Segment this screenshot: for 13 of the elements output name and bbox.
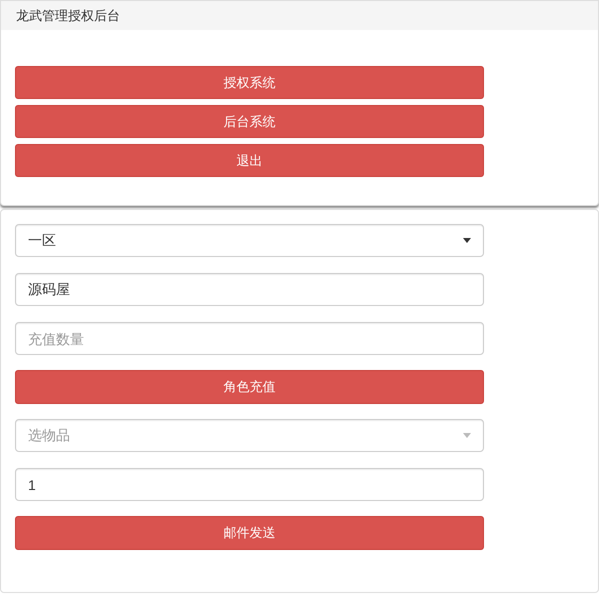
input-field[interactable]: 充值数量	[15, 322, 484, 355]
menu-button[interactable]: 授权系统	[15, 66, 484, 99]
dropdown-field[interactable]: 选物品	[15, 419, 484, 452]
submit-button[interactable]: 邮件发送	[15, 516, 484, 550]
menu-button[interactable]: 退出	[15, 144, 484, 177]
caret-icon	[463, 238, 471, 243]
dropdown-field[interactable]: 一区	[15, 224, 484, 257]
caret-icon	[463, 433, 471, 438]
submit-button[interactable]: 角色充值	[15, 370, 484, 404]
input-field[interactable]: 源码屋	[15, 273, 484, 306]
page-title: 龙武管理授权后台	[16, 8, 120, 23]
menu-button[interactable]: 后台系统	[15, 105, 484, 138]
input-field[interactable]: 1	[15, 468, 484, 501]
